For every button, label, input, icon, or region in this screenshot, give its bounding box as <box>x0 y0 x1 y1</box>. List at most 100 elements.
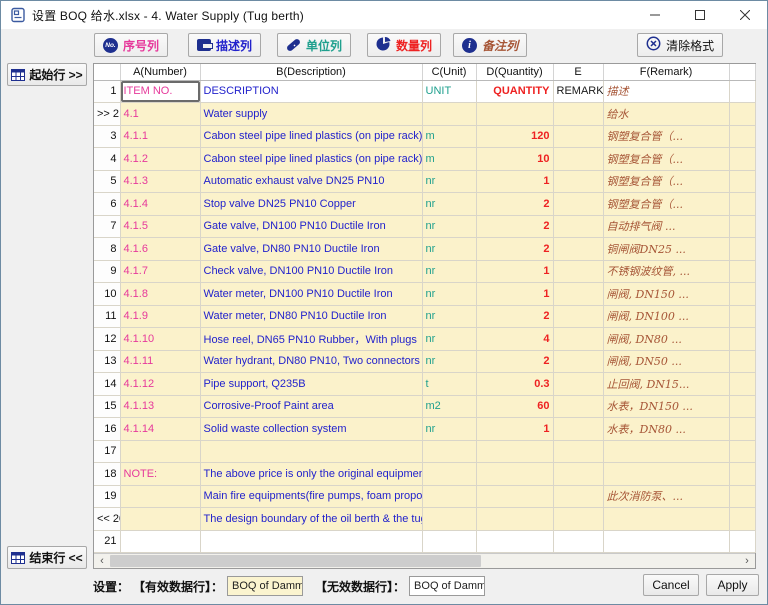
grid-cell-a14[interactable]: 4.1.12 <box>120 373 200 396</box>
grid-cell-trailing-7[interactable] <box>729 215 755 238</box>
description-column-button[interactable]: 描述列 <box>188 33 261 57</box>
column-header-d[interactable]: D(Quantity) <box>476 64 553 80</box>
grid-cell-trailing-1[interactable] <box>729 80 755 103</box>
grid-cell-a16[interactable]: 4.1.14 <box>120 418 200 441</box>
grid-cell-c8[interactable]: nr <box>422 238 476 261</box>
grid-cell-f12[interactable]: 闸阀, DN80 ... <box>603 328 729 351</box>
scroll-left-arrow[interactable]: ‹ <box>94 554 110 568</box>
grid-cell-e5[interactable] <box>553 170 603 193</box>
grid-cell-c11[interactable]: nr <box>422 305 476 328</box>
grid-cell-f11[interactable]: 闸阀, DN100 ... <box>603 305 729 328</box>
grid-cell-a2[interactable]: 4.1 <box>120 103 200 126</box>
row-header-14[interactable]: 14 <box>94 373 120 396</box>
grid-cell-e18[interactable] <box>553 463 603 486</box>
grid-cell-e12[interactable] <box>553 328 603 351</box>
grid-cell-d18[interactable] <box>476 463 553 486</box>
minimize-button[interactable] <box>632 1 677 29</box>
grid-cell-a4[interactable]: 4.1.2 <box>120 148 200 171</box>
scrollbar-thumb[interactable] <box>110 555 481 567</box>
grid-cell-a20[interactable] <box>120 508 200 531</box>
grid-cell-b8[interactable]: Gate valve, DN80 PN10 Ductile Iron <box>200 238 422 261</box>
grid-cell-trailing-16[interactable] <box>729 418 755 441</box>
row-header-4[interactable]: 4 <box>94 148 120 171</box>
grid-cell-b7[interactable]: Gate valve, DN100 PN10 Ductile Iron <box>200 215 422 238</box>
remark-column-button[interactable]: i 备注列 <box>453 33 527 57</box>
grid-cell-trailing-13[interactable] <box>729 350 755 373</box>
grid-cell-b10[interactable]: Water meter, DN100 PN10 Ductile Iron <box>200 283 422 306</box>
grid-cell-c14[interactable]: t <box>422 373 476 396</box>
grid-cell-a17[interactable] <box>120 440 200 463</box>
grid-cell-f14[interactable]: 止回阀, DN15... <box>603 373 729 396</box>
grid-cell-f5[interactable]: 钢塑复合管（... <box>603 170 729 193</box>
grid-cell-b15[interactable]: Corrosive-Proof Paint area <box>200 395 422 418</box>
scrollbar-track[interactable] <box>110 554 739 568</box>
grid-cell-b19[interactable]: Main fire equipments(fire pumps, foam pr… <box>200 485 422 508</box>
grid-cell-b21[interactable] <box>200 530 422 553</box>
grid-cell-f7[interactable]: 自动排气阀 ... <box>603 215 729 238</box>
grid-cell-trailing-6[interactable] <box>729 193 755 216</box>
grid-cell-e10[interactable] <box>553 283 603 306</box>
grid-cell-b17[interactable] <box>200 440 422 463</box>
grid-cell-trailing-10[interactable] <box>729 283 755 306</box>
grid-cell-d3[interactable]: 120 <box>476 125 553 148</box>
grid-cell-f10[interactable]: 闸阀, DN150 ... <box>603 283 729 306</box>
grid-cell-c5[interactable]: nr <box>422 170 476 193</box>
end-row-button[interactable]: 结束行 << <box>7 546 87 569</box>
row-header-16[interactable]: 16 <box>94 418 120 441</box>
row-header-21[interactable]: 21 <box>94 530 120 553</box>
row-header-3[interactable]: 3 <box>94 125 120 148</box>
grid-cell-b11[interactable]: Water meter, DN80 PN10 Ductile Iron <box>200 305 422 328</box>
grid-cell-e19[interactable] <box>553 485 603 508</box>
grid-cell-trailing-17[interactable] <box>729 440 755 463</box>
quantity-column-button[interactable]: 数量列 <box>367 33 441 57</box>
grid-cell-e3[interactable] <box>553 125 603 148</box>
grid-cell-a1[interactable]: ITEM NO. <box>120 80 200 103</box>
grid-cell-trailing-20[interactable] <box>729 508 755 531</box>
scroll-right-arrow[interactable]: › <box>739 554 755 568</box>
column-header-a[interactable]: A(Number) <box>120 64 200 80</box>
grid-cell-c4[interactable]: m <box>422 148 476 171</box>
grid-cell-e14[interactable] <box>553 373 603 396</box>
grid-cell-trailing-12[interactable] <box>729 328 755 351</box>
grid-cell-a13[interactable]: 4.1.11 <box>120 350 200 373</box>
grid-cell-a9[interactable]: 4.1.7 <box>120 260 200 283</box>
unit-column-button[interactable]: 单位列 <box>277 33 351 57</box>
grid-cell-f3[interactable]: 钢塑复合管（... <box>603 125 729 148</box>
grid-cell-trailing-9[interactable] <box>729 260 755 283</box>
grid-cell-b20[interactable]: The design boundary of the oil berth & t… <box>200 508 422 531</box>
grid-cell-d14[interactable]: 0.3 <box>476 373 553 396</box>
row-header-13[interactable]: 13 <box>94 350 120 373</box>
grid-cell-trailing-2[interactable] <box>729 103 755 126</box>
row-header-6[interactable]: 6 <box>94 193 120 216</box>
grid-cell-a7[interactable]: 4.1.5 <box>120 215 200 238</box>
grid-cell-f6[interactable]: 钢塑复合管（... <box>603 193 729 216</box>
grid-cell-c12[interactable]: nr <box>422 328 476 351</box>
grid-cell-d21[interactable] <box>476 530 553 553</box>
column-header-e[interactable]: E <box>553 64 603 80</box>
grid-cell-a6[interactable]: 4.1.4 <box>120 193 200 216</box>
grid-cell-e20[interactable] <box>553 508 603 531</box>
trailing-column-header[interactable] <box>729 64 755 80</box>
row-header-12[interactable]: 12 <box>94 328 120 351</box>
grid-cell-c16[interactable]: nr <box>422 418 476 441</box>
grid-cell-a15[interactable]: 4.1.13 <box>120 395 200 418</box>
grid-cell-b2[interactable]: Water supply <box>200 103 422 126</box>
grid-cell-d5[interactable]: 1 <box>476 170 553 193</box>
start-row-button[interactable]: 起始行 >> <box>7 63 87 86</box>
grid-cell-d20[interactable] <box>476 508 553 531</box>
grid-cell-a5[interactable]: 4.1.3 <box>120 170 200 193</box>
row-header-11[interactable]: 11 <box>94 305 120 328</box>
grid-cell-trailing-19[interactable] <box>729 485 755 508</box>
row-header-2[interactable]: >> 2 <box>94 103 120 126</box>
row-header-18[interactable]: 18 <box>94 463 120 486</box>
grid-cell-d10[interactable]: 1 <box>476 283 553 306</box>
grid-cell-c13[interactable]: nr <box>422 350 476 373</box>
grid-cell-c18[interactable] <box>422 463 476 486</box>
grid-cell-e15[interactable] <box>553 395 603 418</box>
grid-cell-f21[interactable] <box>603 530 729 553</box>
row-header-7[interactable]: 7 <box>94 215 120 238</box>
grid-cell-trailing-15[interactable] <box>729 395 755 418</box>
grid-cell-d15[interactable]: 60 <box>476 395 553 418</box>
row-header-10[interactable]: 10 <box>94 283 120 306</box>
column-header-b[interactable]: B(Description) <box>200 64 422 80</box>
